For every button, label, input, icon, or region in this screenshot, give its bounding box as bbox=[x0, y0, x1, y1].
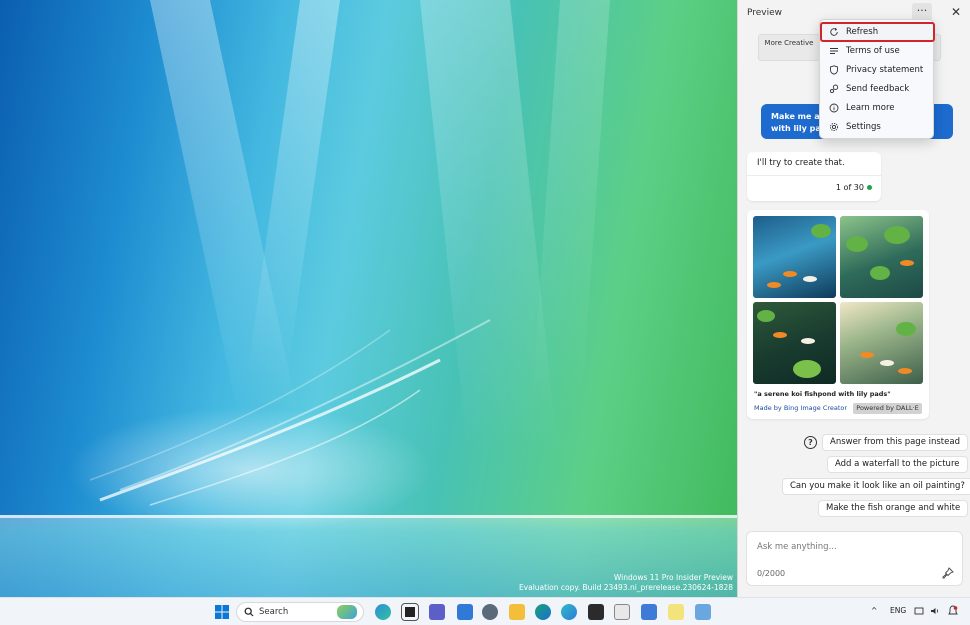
notepad-icon[interactable] bbox=[641, 604, 657, 620]
conversation-style-creative[interactable]: More Creative bbox=[758, 34, 820, 61]
snipping-tool-icon[interactable] bbox=[614, 604, 630, 620]
bot-reply-card: I'll try to create that. 1 of 30 bbox=[747, 152, 881, 201]
suggestion-chip[interactable]: Answer from this page instead bbox=[822, 434, 968, 451]
chat-input-box: 0/2000 bbox=[746, 531, 963, 586]
lily-pad-shape bbox=[846, 236, 868, 252]
light-streaks bbox=[90, 319, 491, 506]
edge-canary-icon[interactable] bbox=[561, 604, 577, 620]
generated-image-1[interactable] bbox=[753, 216, 836, 298]
taskbar-search-label: Search bbox=[259, 607, 289, 617]
bing-image-creator-link[interactable]: Made by Bing Image Creator bbox=[754, 404, 847, 412]
notification-bell-icon[interactable] bbox=[948, 605, 958, 617]
network-icon[interactable] bbox=[914, 606, 924, 616]
watermark-line2: Evaluation copy. Build 23493.ni_prerelea… bbox=[518, 583, 733, 592]
copilot-icon[interactable] bbox=[375, 604, 391, 620]
desktop-wallpaper: Windows 11 Pro Insider Preview Evaluatio… bbox=[0, 0, 737, 597]
taskbar-search[interactable]: Search bbox=[236, 602, 364, 622]
menu-item-privacy[interactable]: Privacy statement bbox=[821, 61, 934, 79]
pin-icon[interactable] bbox=[942, 567, 954, 579]
refresh-icon bbox=[830, 27, 838, 36]
koi-shape bbox=[898, 368, 912, 374]
generated-image-3[interactable] bbox=[753, 302, 836, 384]
divider bbox=[747, 175, 881, 176]
taskbar: Search ^ ENG bbox=[0, 597, 970, 625]
status-dot-icon bbox=[867, 185, 872, 190]
gear-icon bbox=[829, 122, 839, 132]
sticky-notes-icon[interactable] bbox=[668, 604, 684, 620]
koi-shape bbox=[803, 276, 817, 282]
wallpaper-horizon bbox=[0, 515, 737, 518]
powered-by-dalle-badge: Powered by DALL·E bbox=[853, 403, 922, 414]
lily-pad-shape bbox=[811, 224, 831, 238]
start-windows-icon[interactable] bbox=[214, 604, 230, 620]
menu-item-feedback[interactable]: Send feedback bbox=[821, 80, 934, 98]
koi-shape bbox=[773, 332, 787, 338]
chevron-up-icon[interactable]: ^ bbox=[871, 606, 877, 615]
koi-shape bbox=[783, 271, 797, 277]
menu-item-settings[interactable]: Settings bbox=[821, 118, 934, 136]
koi-shape bbox=[801, 338, 815, 344]
volume-icon[interactable] bbox=[930, 606, 940, 616]
build-watermark: Windows 11 Pro Insider Preview Evaluatio… bbox=[519, 573, 733, 593]
photos-icon[interactable] bbox=[695, 604, 711, 620]
suggestion-chip[interactable]: Can you make it look like an oil paintin… bbox=[782, 478, 970, 495]
chat-input[interactable] bbox=[757, 540, 947, 554]
teams-icon[interactable] bbox=[429, 604, 445, 620]
menu-item-learn-more[interactable]: Learn more bbox=[821, 99, 934, 117]
bot-reply-text: I'll try to create that. bbox=[757, 158, 845, 168]
lily-pad-shape bbox=[884, 226, 910, 244]
response-counter-text: 1 of 30 bbox=[835, 183, 864, 192]
lines-icon bbox=[830, 48, 838, 54]
language-indicator[interactable]: ENG bbox=[890, 606, 906, 615]
koi-shape bbox=[880, 360, 894, 366]
koi-shape bbox=[900, 260, 914, 266]
lily-pad-shape bbox=[757, 310, 775, 322]
menu-item-label: Privacy statement bbox=[846, 65, 924, 75]
terminal-icon[interactable] bbox=[588, 604, 604, 620]
light-ray bbox=[532, 0, 610, 400]
question-icon: ? bbox=[804, 436, 817, 449]
task-view-icon[interactable] bbox=[401, 603, 419, 621]
generated-image-4[interactable] bbox=[840, 302, 923, 384]
watermark-line1: Windows 11 Pro Insider Preview bbox=[613, 573, 733, 582]
info-icon bbox=[829, 103, 839, 113]
panel-title: Preview bbox=[747, 8, 783, 18]
suggestion-chip[interactable]: Add a waterfall to the picture bbox=[827, 456, 968, 473]
menu-item-label: Settings bbox=[846, 122, 881, 132]
settings-gear-icon[interactable] bbox=[482, 604, 498, 620]
response-counter: 1 of 30 bbox=[836, 183, 872, 192]
generated-image-2[interactable] bbox=[840, 216, 923, 298]
character-counter: 0/2000 bbox=[757, 569, 786, 578]
koi-shape bbox=[767, 282, 781, 288]
lily-pad-shape bbox=[870, 266, 890, 280]
feedback-icon bbox=[829, 84, 839, 94]
search-highlight-icon bbox=[337, 605, 357, 619]
menu-item-terms[interactable]: Terms of use bbox=[821, 42, 934, 60]
menu-item-label: Send feedback bbox=[846, 84, 910, 94]
menu-item-refresh[interactable]: Refresh bbox=[820, 22, 935, 42]
lily-pad-shape bbox=[793, 360, 821, 378]
image-result-card: "a serene koi fishpond with lily pads" M… bbox=[747, 210, 929, 419]
edge-icon[interactable] bbox=[535, 604, 551, 620]
search-icon bbox=[244, 607, 254, 617]
koi-shape bbox=[860, 352, 874, 358]
overflow-menu: Refresh Terms of use Privacy statement S… bbox=[819, 19, 935, 139]
lily-pad-shape bbox=[896, 322, 916, 336]
menu-item-label: Refresh bbox=[846, 27, 879, 37]
close-button[interactable]: ✕ bbox=[948, 4, 964, 20]
menu-item-label: Learn more bbox=[846, 103, 895, 113]
shield-icon bbox=[830, 65, 838, 75]
suggestion-chip[interactable]: Make the fish orange and white bbox=[818, 500, 969, 517]
image-caption: "a serene koi fishpond with lily pads" bbox=[754, 390, 891, 398]
menu-item-label: Terms of use bbox=[846, 46, 900, 56]
file-explorer-icon[interactable] bbox=[509, 604, 525, 620]
chat-icon[interactable] bbox=[457, 604, 473, 620]
